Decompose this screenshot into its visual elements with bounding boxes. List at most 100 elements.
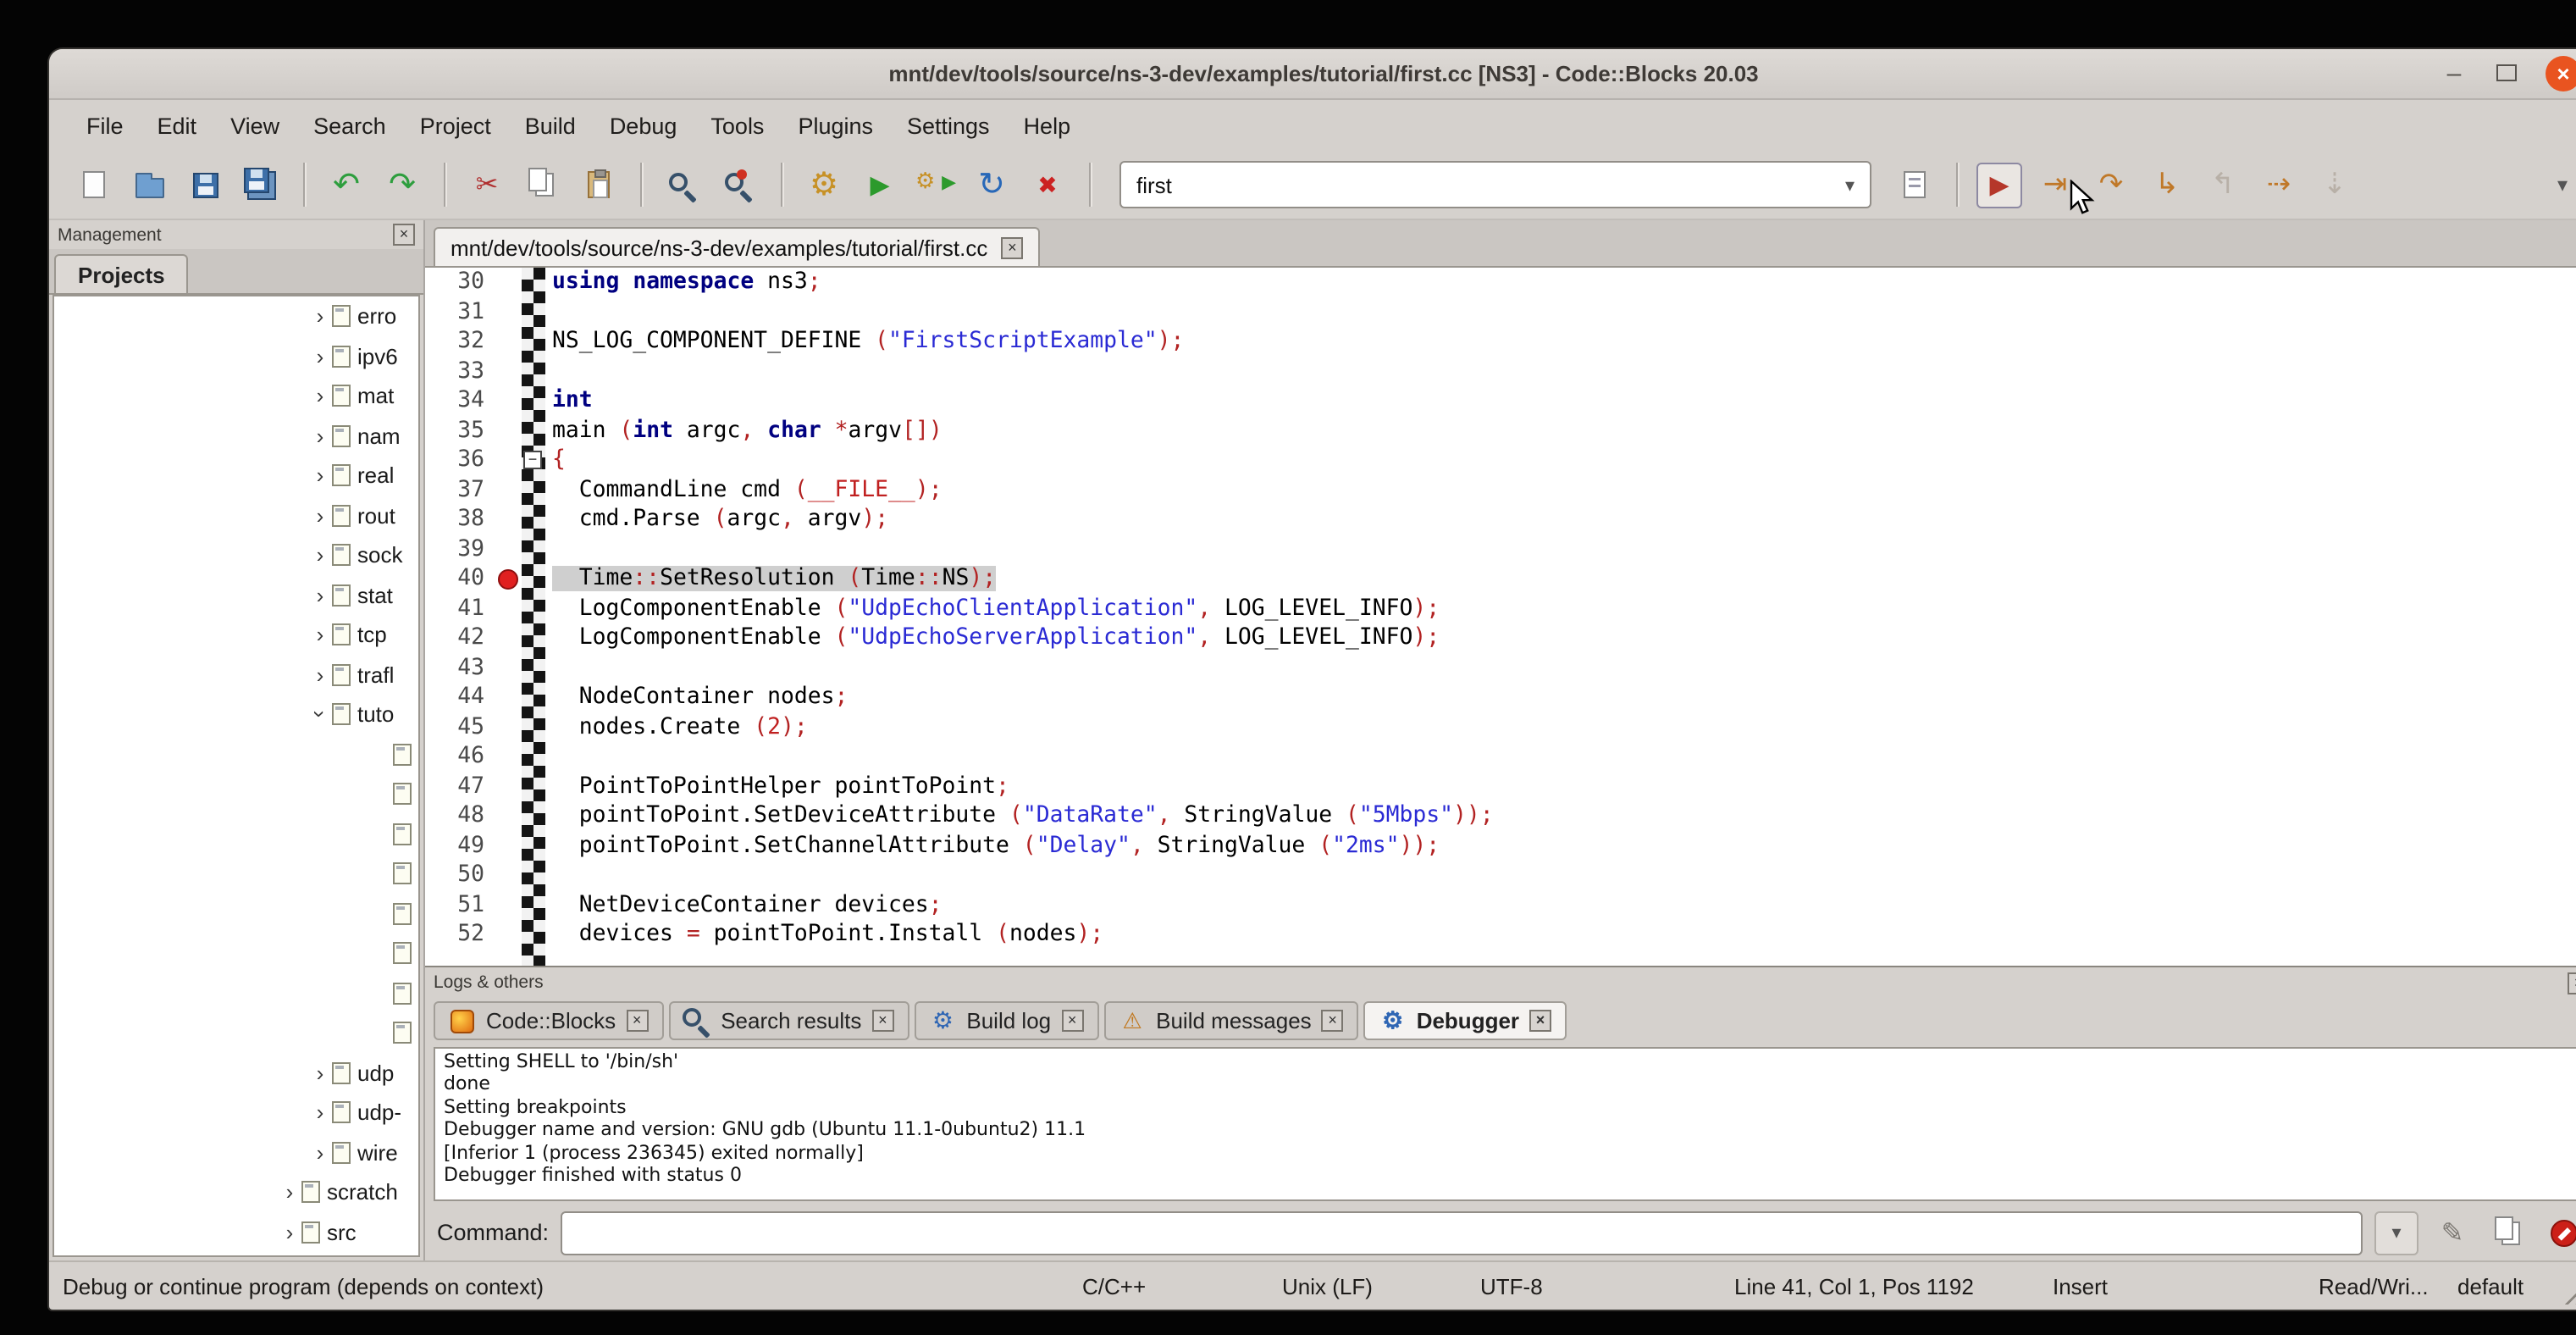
tab-projects[interactable]: Projects	[54, 254, 189, 293]
tree-item-six[interactable]: six	[54, 973, 418, 1013]
code-line[interactable]: 30using namespace ns3;	[425, 268, 2576, 297]
line-number[interactable]: 46	[425, 745, 493, 770]
code-editor[interactable]: − 30using namespace ns3;3132NS_LOG_COMPO…	[425, 268, 2576, 966]
management-close-icon[interactable]: ×	[393, 224, 415, 246]
resize-grip-icon[interactable]	[2559, 1271, 2576, 1305]
menu-tools[interactable]: Tools	[694, 104, 781, 147]
tree-chevron-icon[interactable]: ›	[308, 385, 332, 407]
find-button[interactable]	[661, 162, 706, 208]
tab-close-icon[interactable]: ×	[1322, 1010, 1344, 1032]
new-file-button[interactable]	[71, 162, 117, 208]
tab-close-icon[interactable]: ×	[626, 1010, 648, 1032]
code-line[interactable]: 45 nodes.Create (2);	[425, 712, 2576, 742]
breakpoint-margin[interactable]	[493, 569, 522, 590]
next-instruction-button[interactable]: ⇢	[2256, 162, 2302, 208]
cut-button[interactable]: ✂	[464, 162, 510, 208]
line-number[interactable]: 30	[425, 270, 493, 296]
close-button[interactable]: ×	[2546, 56, 2576, 91]
code-line[interactable]: 39	[425, 535, 2576, 564]
minimize-button[interactable]: –	[2441, 61, 2468, 86]
tree-item-mat[interactable]: ›mat	[54, 376, 418, 416]
step-out-button[interactable]: ↰	[2200, 162, 2246, 208]
line-number[interactable]: 37	[425, 478, 493, 503]
code-line[interactable]: 40 Time::SetResolution (Time::NS);	[425, 564, 2576, 594]
editor-tab-close-icon[interactable]: ×	[1001, 237, 1023, 259]
code-line[interactable]: 31	[425, 297, 2576, 327]
code-line[interactable]: 48 pointToPoint.SetDeviceAttribute ("Dat…	[425, 801, 2576, 831]
step-into-button[interactable]: ↳	[2144, 162, 2190, 208]
tree-item-fif[interactable]: fif	[54, 734, 418, 774]
tree-item-ipv6[interactable]: ›ipv6	[54, 336, 418, 376]
tree-item-tcp[interactable]: ›tcp	[54, 615, 418, 655]
code-line[interactable]: 37 CommandLine cmd (__FILE__);	[425, 475, 2576, 505]
log-tab-code-blocks[interactable]: Code::Blocks×	[434, 1001, 663, 1040]
tree-chevron-icon[interactable]: ›	[308, 1142, 332, 1164]
line-number[interactable]: 42	[425, 626, 493, 651]
line-number[interactable]: 47	[425, 774, 493, 800]
fold-margin[interactable]: −	[522, 268, 545, 966]
build-and-run-button[interactable]	[913, 162, 959, 208]
titlebar[interactable]: mnt/dev/tools/source/ns-3-dev/examples/t…	[49, 49, 2576, 100]
line-number[interactable]: 41	[425, 596, 493, 622]
tab-close-icon[interactable]: ×	[1529, 1010, 1551, 1032]
code-line[interactable]: 32NS_LOG_COMPONENT_DEFINE ("FirstScriptE…	[425, 327, 2576, 357]
tree-item-src[interactable]: ›src	[54, 1212, 418, 1252]
tree-chevron-icon[interactable]: ›	[278, 1182, 301, 1204]
abort-build-button[interactable]: ✖	[1025, 162, 1070, 208]
tree-item-nam[interactable]: ›nam	[54, 416, 418, 456]
code-line[interactable]: 33	[425, 357, 2576, 386]
line-number[interactable]: 34	[425, 389, 493, 414]
tab-close-icon[interactable]: ×	[1061, 1010, 1083, 1032]
line-number[interactable]: 51	[425, 893, 493, 918]
logs-close-icon[interactable]: ×	[2568, 972, 2576, 994]
tree-item-se[interactable]: se	[54, 894, 418, 933]
tree-item-trafl[interactable]: ›trafl	[54, 655, 418, 695]
edit-command-button[interactable]: ✎	[2430, 1210, 2474, 1255]
tree-item-tuto[interactable]: ›tuto	[54, 695, 418, 734]
debug-continue-button[interactable]: ▶	[1976, 162, 2022, 208]
code-line[interactable]: 35main (int argc, char *argv[])	[425, 416, 2576, 446]
log-tab-search-results[interactable]: Search results×	[668, 1001, 909, 1040]
log-tab-build-messages[interactable]: ⚠Build messages×	[1103, 1001, 1359, 1040]
log-tab-debugger[interactable]: ⚙Debugger×	[1364, 1001, 1567, 1040]
log-tab-build-log[interactable]: ⚙Build log×	[914, 1001, 1098, 1040]
tree-chevron-icon[interactable]: ›	[308, 545, 332, 567]
menu-settings[interactable]: Settings	[890, 104, 1007, 147]
tree-item-udp-[interactable]: ›udp-	[54, 1093, 418, 1133]
code-line[interactable]: 38 cmd.Parse (argc, argv);	[425, 505, 2576, 535]
menu-build[interactable]: Build	[508, 104, 593, 147]
tree-item-th[interactable]: th	[54, 1013, 418, 1053]
tree-chevron-icon[interactable]: ›	[308, 584, 332, 607]
line-number[interactable]: 40	[425, 567, 493, 592]
tree-chevron-icon[interactable]: ›	[308, 1102, 332, 1124]
line-number[interactable]: 45	[425, 715, 493, 740]
code-line[interactable]: 36{	[425, 446, 2576, 475]
menu-file[interactable]: File	[69, 104, 141, 147]
code-line[interactable]: 51 NetDeviceContainer devices;	[425, 890, 2576, 920]
line-number[interactable]: 49	[425, 834, 493, 859]
tree-item-fo[interactable]: fo	[54, 814, 418, 854]
fold-marker-icon[interactable]: −	[523, 451, 542, 469]
tree-item-se[interactable]: se	[54, 933, 418, 973]
tree-chevron-icon[interactable]: ›	[308, 465, 332, 487]
search-combo[interactable]: first▾	[1119, 161, 1871, 208]
tree-item-real[interactable]: ›real	[54, 456, 418, 496]
maximize-button[interactable]	[2493, 61, 2520, 86]
menu-debug[interactable]: Debug	[593, 104, 694, 147]
menu-edit[interactable]: Edit	[141, 104, 214, 147]
tree-chevron-icon[interactable]: ›	[308, 505, 332, 527]
tab-close-icon[interactable]: ×	[871, 1010, 893, 1032]
line-number[interactable]: 39	[425, 537, 493, 562]
line-number[interactable]: 35	[425, 418, 493, 444]
build-button[interactable]: ⚙	[801, 162, 847, 208]
line-number[interactable]: 32	[425, 330, 493, 355]
save-button[interactable]	[183, 162, 229, 208]
tree-chevron-icon[interactable]: ›	[278, 1221, 301, 1244]
line-number[interactable]: 43	[425, 656, 493, 681]
menu-project[interactable]: Project	[403, 104, 508, 147]
code-line[interactable]: 34int	[425, 386, 2576, 416]
tree-chevron-icon[interactable]: ›	[308, 346, 332, 368]
breakpoint-icon[interactable]	[497, 569, 517, 590]
tree-item-udp[interactable]: ›udp	[54, 1053, 418, 1093]
tree-chevron-icon[interactable]: ›	[309, 703, 331, 727]
